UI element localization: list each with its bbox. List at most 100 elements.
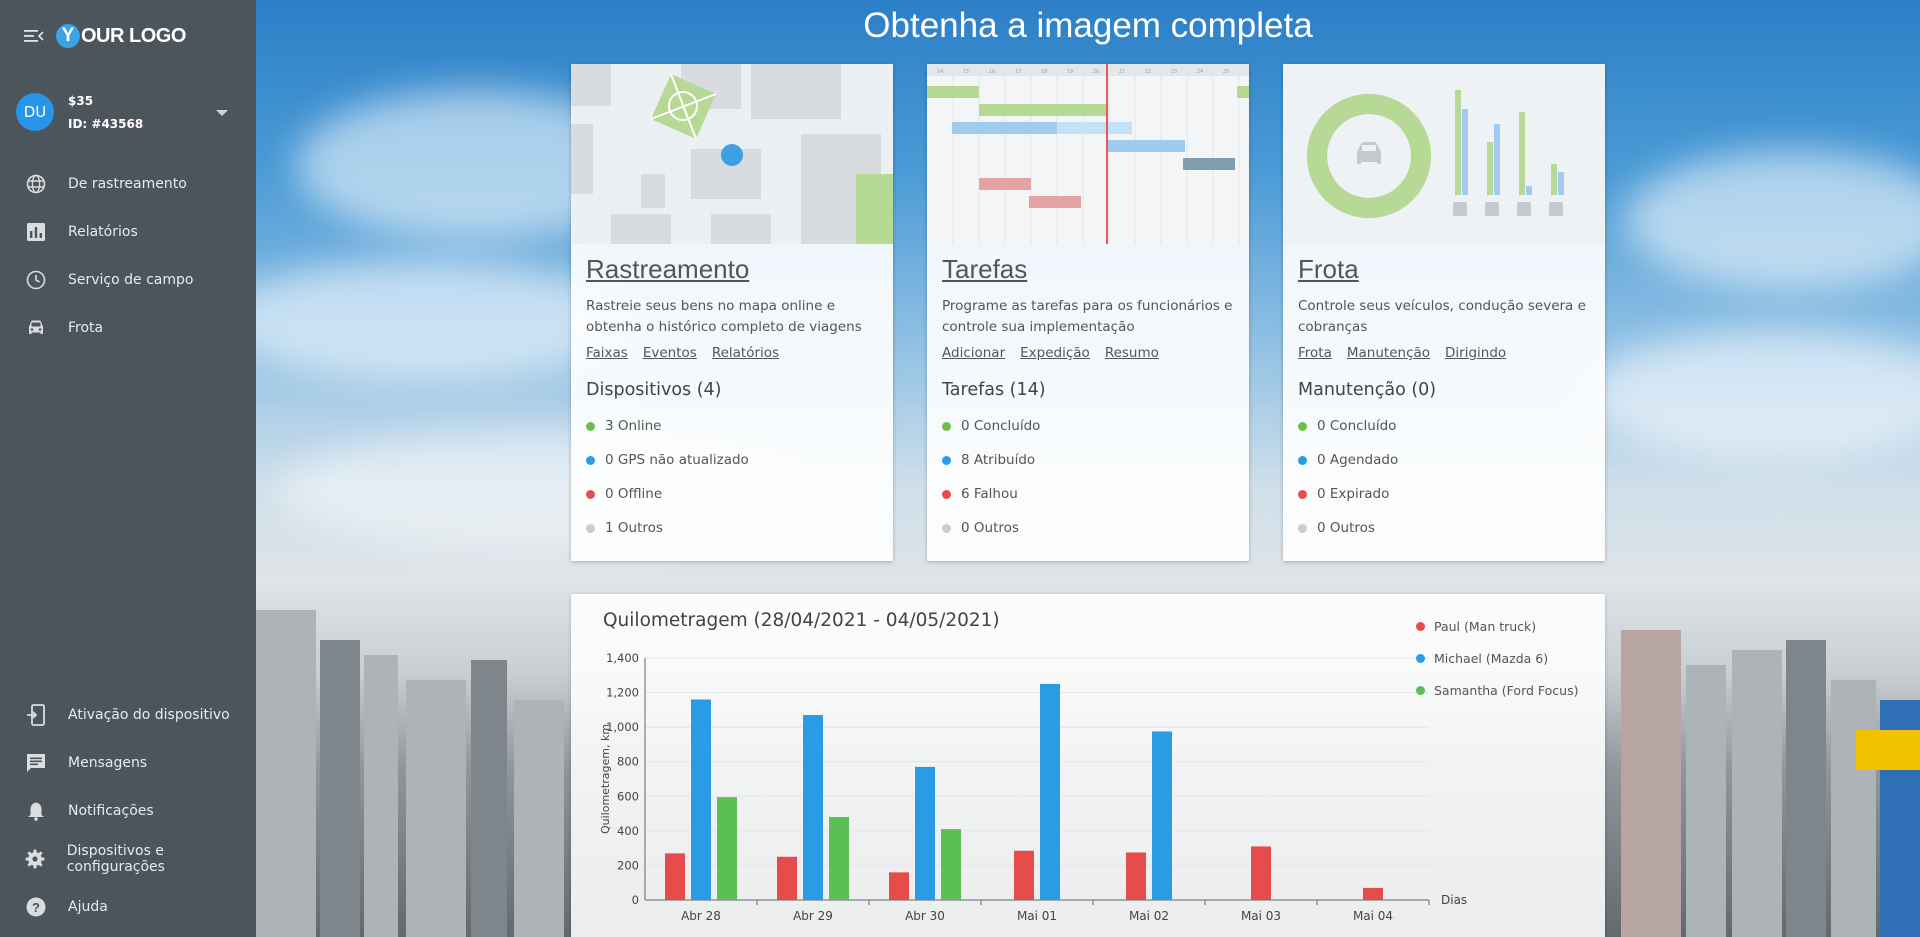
bell-icon <box>24 799 48 823</box>
link-fleet[interactable]: Frota <box>1298 345 1332 361</box>
status-dot <box>586 421 595 431</box>
background-building <box>1831 680 1876 937</box>
logo-text: OUR LOGO <box>81 24 186 47</box>
link-reports[interactable]: Relatórios <box>712 345 779 361</box>
gantt-day-label: 20 <box>1093 69 1099 75</box>
chevron-down-icon[interactable] <box>216 110 228 116</box>
stat-row[interactable]: 0 Concluído <box>942 418 1234 434</box>
stat-label: 0 Agendado <box>1317 452 1399 468</box>
chart-title: Quilometragem (28/04/2021 - 04/05/2021) <box>603 610 1000 631</box>
y-tick-label: 400 <box>617 824 639 838</box>
status-dot <box>942 523 951 533</box>
background-building <box>471 660 507 937</box>
fleet-illustration <box>1283 64 1605 244</box>
card-title[interactable]: Tarefas <box>942 254 1234 285</box>
card-description: Programe as tarefas para os funcionários… <box>942 298 1233 335</box>
stat-row[interactable]: 0 Agendado <box>1298 452 1590 468</box>
nav-item-tracking[interactable]: De rastreamento <box>0 164 256 204</box>
svg-text:?: ? <box>32 900 40 915</box>
stat-row[interactable]: 1 Outros <box>586 520 878 536</box>
nav-item-field-service[interactable]: Serviço de campo <box>0 260 256 300</box>
avatar: DU <box>16 93 54 131</box>
background-building <box>256 610 316 937</box>
stat-row[interactable]: 0 Offline <box>586 486 878 502</box>
link-driving[interactable]: Dirigindo <box>1445 345 1506 361</box>
status-dot <box>1298 421 1307 431</box>
tasks-card: 14 15 16 17 18 19 20 21 22 23 24 25 Tarefas Program… <box>927 64 1249 561</box>
chart-bar <box>691 699 711 900</box>
stat-row[interactable]: 0 Expirado <box>1298 486 1590 502</box>
background-building <box>320 640 360 937</box>
legend-item[interactable]: Paul (Man truck) <box>1416 610 1578 642</box>
y-tick-label: 1,200 <box>606 686 639 700</box>
gantt-day-label: 24 <box>1197 69 1203 75</box>
account-switcher[interactable]: DU $35 ID: #43568 <box>16 92 240 132</box>
menu-collapse-icon[interactable] <box>24 29 44 43</box>
y-tick-label: 800 <box>617 755 639 769</box>
legend-item[interactable]: Michael (Mazda 6) <box>1416 642 1578 674</box>
stat-row[interactable]: 8 Atribuído <box>942 452 1234 468</box>
chart-legend: Paul (Man truck) Michael (Mazda 6) Saman… <box>1416 610 1578 706</box>
main-content: Obtenha a imagem completa Rastreamento R… <box>256 0 1920 937</box>
legend-dot <box>1416 621 1425 631</box>
gantt-day-label: 23 <box>1171 69 1177 75</box>
link-add[interactable]: Adicionar <box>942 345 1005 361</box>
stat-row[interactable]: 0 Outros <box>942 520 1234 536</box>
device-activation-icon <box>24 703 48 727</box>
stat-label: 6 Falhou <box>961 486 1018 502</box>
stat-row[interactable]: 6 Falhou <box>942 486 1234 502</box>
stat-row[interactable]: 0 Outros <box>1298 520 1590 536</box>
link-tracks[interactable]: Faixas <box>586 345 628 361</box>
x-tick-label: Abr 28 <box>681 909 721 923</box>
nav-item-device-activation[interactable]: Ativação do dispositivo <box>0 695 256 735</box>
background-building <box>364 655 398 937</box>
chart-bar <box>1152 731 1172 900</box>
nav-item-fleet[interactable]: Frota <box>0 308 256 348</box>
status-dot <box>942 421 951 431</box>
y-tick-label: 200 <box>617 858 639 872</box>
gantt-day-label: 21 <box>1119 69 1125 75</box>
nav-item-devices-settings[interactable]: Dispositivos e configurações <box>0 839 256 879</box>
card-subtitle: Dispositivos (4) <box>586 380 722 400</box>
link-maintenance[interactable]: Manutenção <box>1347 345 1430 361</box>
stat-label: 0 Concluído <box>1317 418 1397 434</box>
link-summary[interactable]: Resumo <box>1105 345 1159 361</box>
stat-label: 8 Atribuído <box>961 452 1036 468</box>
status-dot <box>1298 489 1307 499</box>
gear-icon <box>24 847 47 871</box>
legend-item[interactable]: Samantha (Ford Focus) <box>1416 674 1578 706</box>
background-cloud <box>1626 150 1920 290</box>
nav-item-messages[interactable]: Mensagens <box>0 743 256 783</box>
y-tick-label: 0 <box>632 893 639 907</box>
status-dot <box>586 523 595 533</box>
legend-label: Paul (Man truck) <box>1434 618 1537 634</box>
account-id: ID: #43568 <box>68 116 144 131</box>
globe-icon <box>24 172 48 196</box>
background-building <box>1786 640 1826 937</box>
card-subtitle: Manutenção (0) <box>1298 380 1437 400</box>
stat-row[interactable]: 3 Online <box>586 418 878 434</box>
bar-chart-icon <box>24 220 48 244</box>
chart-bar <box>717 797 737 900</box>
card-title[interactable]: Frota <box>1298 254 1590 285</box>
link-dispatch[interactable]: Expedição <box>1020 345 1090 361</box>
nav-label: Ativação do dispositivo <box>68 707 230 723</box>
background-building <box>406 680 466 937</box>
nav-item-help[interactable]: ? Ajuda <box>0 887 256 927</box>
nav-item-reports[interactable]: Relatórios <box>0 212 256 252</box>
stat-label: 0 GPS não atualizado <box>605 452 749 468</box>
stat-row[interactable]: 0 GPS não atualizado <box>586 452 878 468</box>
card-title[interactable]: Rastreamento <box>586 254 878 285</box>
gantt-illustration: 14 15 16 17 18 19 20 21 22 23 24 25 <box>927 64 1249 244</box>
card-description: Controle seus veículos, condução severa … <box>1298 298 1586 335</box>
link-events[interactable]: Eventos <box>643 345 697 361</box>
stat-label: 0 Offline <box>605 486 663 502</box>
card-description: Rastreie seus bens no mapa online e obte… <box>586 298 862 335</box>
nav-item-notifications[interactable]: Notificações <box>0 791 256 831</box>
sidebar: Y OUR LOGO DU $35 ID: #43568 De rastream… <box>0 0 256 937</box>
nav-label: Frota <box>68 320 104 336</box>
status-dot <box>942 455 951 465</box>
message-icon <box>24 751 48 775</box>
gantt-day-label: 22 <box>1145 69 1151 75</box>
stat-row[interactable]: 0 Concluído <box>1298 418 1590 434</box>
